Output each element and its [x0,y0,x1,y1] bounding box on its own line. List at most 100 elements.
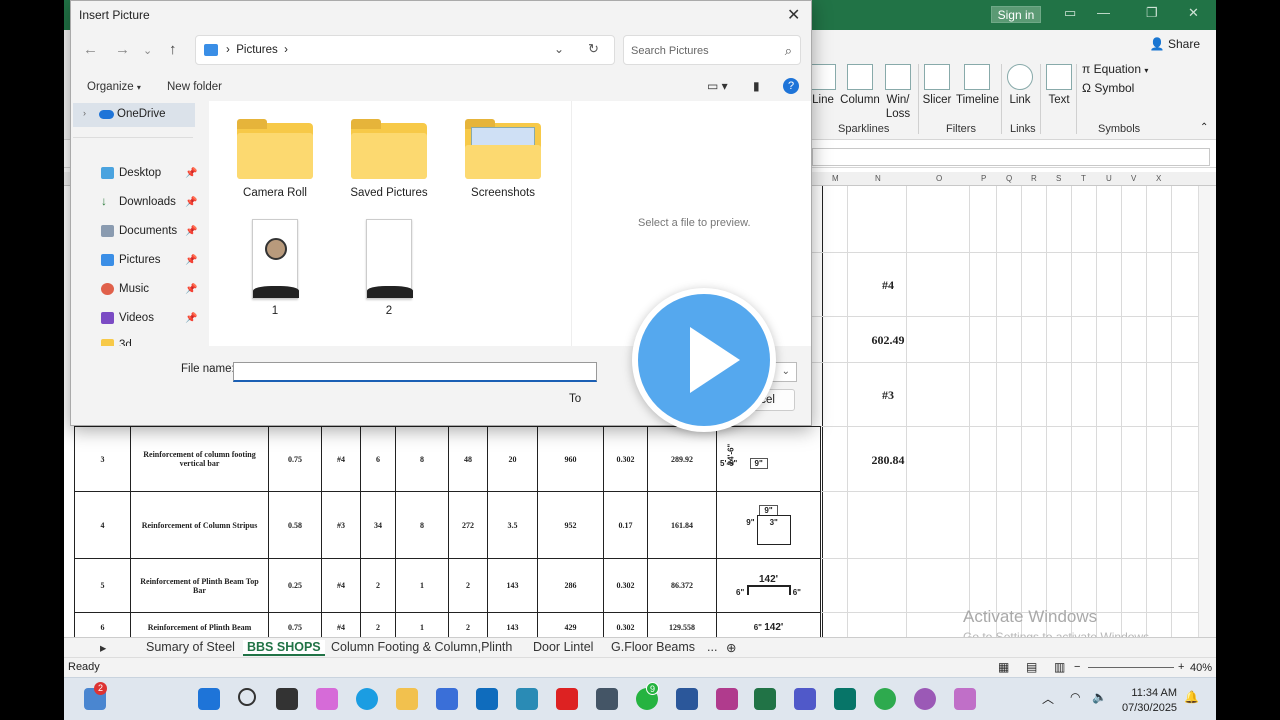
bar-shape-cell[interactable]: 6" 142' [716,612,821,637]
teams-icon[interactable] [794,688,816,710]
table-cell[interactable]: 2 [360,612,396,637]
task-view-icon[interactable] [276,688,298,710]
file-item[interactable]: 2 [341,219,437,317]
up-icon[interactable]: ↑ [169,41,177,58]
restore-icon[interactable]: ❐ [1146,5,1158,21]
bar-shape-cell[interactable]: 9" 9" 3" [716,491,821,559]
formula-input[interactable] [812,148,1210,166]
table-cell[interactable]: 6 [74,612,131,637]
pdf-icon[interactable] [716,688,738,710]
address-dropdown-icon[interactable]: ⌄ [554,42,564,56]
table-cell[interactable]: #4 [321,558,361,613]
table-cell[interactable]: #3 [321,491,361,559]
table-cell[interactable]: 1 [395,558,449,613]
normal-view-icon[interactable]: ▦ [998,660,1009,674]
add-sheet-icon[interactable]: ⊕ [726,640,736,655]
nav-item-3d[interactable]: 3d [101,339,132,346]
table-cell[interactable]: #4 [321,426,361,492]
edge-icon[interactable] [356,688,378,710]
table-cell[interactable]: 2 [448,612,488,637]
table-cell[interactable]: 20 [487,426,538,492]
col-header[interactable]: V [1131,174,1136,183]
sheet-tab-active[interactable]: BBS SHOPS [243,640,325,656]
chrome-icon[interactable] [874,688,896,710]
timeline-button[interactable]: Timeline [956,64,999,107]
table-cell[interactable]: 6 [360,426,396,492]
preview-pane-icon[interactable]: ▮ [753,79,760,93]
table-cell[interactable]: 0.302 [603,558,648,613]
col-header[interactable]: T [1081,174,1086,183]
nav-item-pictures[interactable]: Pictures [101,254,161,266]
table-cell[interactable]: 2 [360,558,396,613]
bar-shape-cell[interactable]: 142' 6" 6" [716,558,821,613]
nav-item-documents[interactable]: Documents [101,225,177,237]
table-cell[interactable]: 1 [395,612,449,637]
table-cell[interactable]: 4 [74,491,131,559]
table-cell[interactable]: 272 [448,491,488,559]
volume-icon[interactable]: 🔈 [1092,690,1107,704]
nav-item-downloads[interactable]: ↓ Downloads [101,194,176,208]
start-icon[interactable] [198,688,220,710]
zoom-slider[interactable] [1088,667,1174,668]
table-cell[interactable]: 286 [537,558,604,613]
folder-item[interactable]: Screenshots [455,119,551,199]
col-header[interactable]: S [1056,174,1061,183]
recent-chevron-icon[interactable]: ⌄ [143,44,152,57]
zoom-out-icon[interactable]: − [1074,661,1080,673]
view-options-icon[interactable]: ▭ ▾ [707,79,728,93]
expand-chevron-icon[interactable]: › [83,108,86,118]
word-icon[interactable] [676,688,698,710]
equation-button[interactable]: π Equation ▾ [1082,62,1148,76]
table-cell[interactable]: 289.92 [647,426,717,492]
cell-value[interactable]: #3 [858,388,918,403]
forward-icon[interactable]: → [115,41,130,58]
table-cell[interactable]: Reinforcement of Plinth Beam Top Bar [130,558,269,613]
sheet-tab[interactable]: Sumary of Steel [146,640,235,654]
table-cell[interactable]: 3 [74,426,131,492]
refresh-icon[interactable]: ↻ [588,41,599,57]
table-cell[interactable]: 0.75 [268,612,322,637]
excel-icon[interactable] [754,688,776,710]
search-box[interactable]: Search Pictures ⌕ [623,35,801,65]
table-cell[interactable]: 5 [74,558,131,613]
sign-in-button[interactable]: Sign in [991,6,1041,23]
table-cell[interactable]: 3.5 [487,491,538,559]
back-icon[interactable]: ← [83,41,98,58]
text-button[interactable]: Text [1044,64,1074,107]
link-button[interactable]: Link [1006,64,1034,107]
table-cell[interactable]: 0.58 [268,491,322,559]
table-cell[interactable]: 0.302 [603,612,648,637]
new-folder-button[interactable]: New folder [167,81,222,93]
share-button[interactable]: 👤 Share [1150,37,1200,51]
table-cell[interactable]: #4 [321,612,361,637]
file-item[interactable]: 1 [227,219,323,317]
col-header[interactable]: R [1031,174,1037,183]
sheet-tab[interactable]: Door Lintel [533,640,593,654]
3d-app-icon[interactable] [516,688,538,710]
col-header[interactable]: U [1106,174,1112,183]
table-cell[interactable]: Reinforcement of column footing vertical… [130,426,269,492]
table-cell[interactable]: 143 [487,612,538,637]
page-break-icon[interactable]: ▥ [1054,660,1065,674]
file-name-input[interactable] [233,362,597,382]
table-cell[interactable]: 161.84 [647,491,717,559]
video-play-button[interactable] [632,288,776,432]
copilot-icon[interactable] [316,688,338,710]
folder-item[interactable]: Camera Roll [227,119,323,199]
col-header[interactable]: M [832,174,839,183]
sparkline-column-button[interactable]: Column [840,64,880,107]
calculator-icon[interactable] [596,688,618,710]
sheet-tab[interactable]: G.Floor Beams [611,640,695,654]
table-cell[interactable]: 86.372 [647,558,717,613]
search-input[interactable]: Search Pictures [631,45,709,57]
col-header[interactable]: X [1156,174,1161,183]
organize-button[interactable]: Organize ▾ [87,81,141,93]
col-header[interactable]: N [875,174,881,183]
table-cell[interactable]: 952 [537,491,604,559]
table-cell[interactable]: 0.75 [268,426,322,492]
table-cell[interactable]: 8 [395,426,449,492]
table-cell[interactable]: 0.17 [603,491,648,559]
bar-shape-cell[interactable]: 24'-6" 5'-6" 9" [716,426,821,492]
table-cell[interactable]: 429 [537,612,604,637]
address-bar[interactable]: › Pictures › ⌄ ↻ [195,35,615,65]
